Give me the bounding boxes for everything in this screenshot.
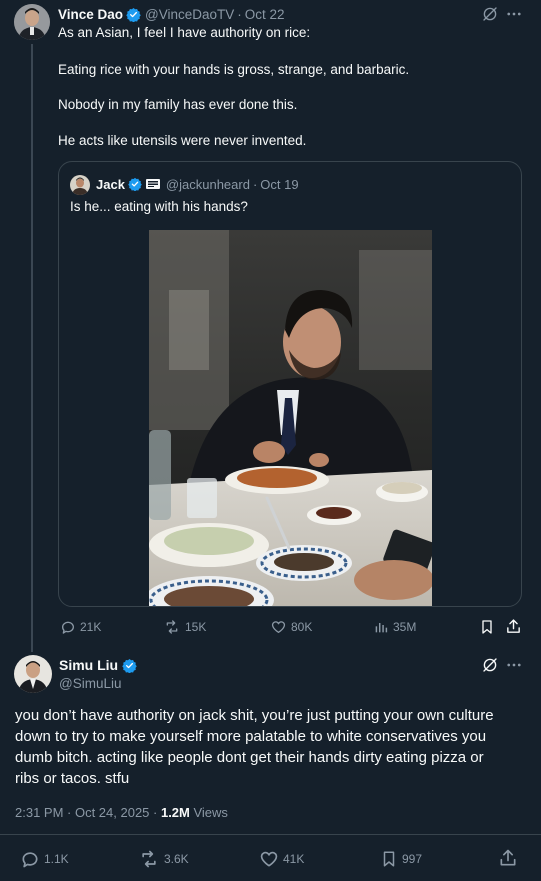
reply-count: 21K [80, 620, 102, 634]
simu-liu-avatar[interactable] [14, 655, 52, 693]
repost-count: 3.6K [164, 852, 189, 866]
verified-badge-icon [128, 177, 142, 191]
quoted-tweet-text: Is he... eating with his hands? [70, 199, 248, 214]
share-icon[interactable] [505, 618, 522, 635]
like-icon [270, 619, 291, 635]
tweet-text-line: Nobody in my family has ever done this. [58, 97, 298, 112]
repost-button[interactable]: 3.6K [138, 849, 189, 869]
reply-author-name[interactable]: Simu Liu [59, 657, 118, 673]
tweet-text-line: As an Asian, I feel I have authority on … [58, 25, 311, 40]
tweet-text-line: Eating rice with your hands is gross, st… [58, 62, 410, 77]
like-button[interactable]: 80K [270, 619, 312, 635]
reply-icon [20, 849, 44, 869]
views-icon [373, 619, 393, 635]
tweet-date[interactable]: Oct 22 [245, 7, 285, 22]
quoted-tweet-photo[interactable] [149, 230, 432, 606]
reply-text-line: dumb bitch. acting like people dont get … [15, 749, 484, 766]
reply-icon [60, 619, 80, 635]
tweet-views-label: Views [189, 805, 228, 820]
reply-author-handle[interactable]: @SimuLiu [59, 676, 121, 691]
thread-line [31, 44, 33, 652]
grok-icon[interactable] [481, 5, 499, 23]
divider [0, 834, 541, 835]
reply-text-line: down to try to make yourself more palata… [15, 728, 487, 745]
quoted-author-name[interactable]: Jack [96, 177, 125, 192]
views-button[interactable]: 35M [373, 619, 416, 635]
grok-icon[interactable] [481, 656, 499, 674]
separator-dot: · [237, 6, 242, 22]
views-count: 35M [393, 620, 417, 634]
bookmark-icon[interactable] [479, 619, 495, 635]
reply-author-name-row: Simu Liu [59, 657, 137, 673]
like-count: 41K [283, 852, 305, 866]
repost-icon [163, 619, 185, 635]
bookmark-button[interactable]: 997 [380, 849, 422, 869]
tweet-timestamp[interactable]: 2:31 PM · Oct 24, 2025 · [15, 805, 161, 820]
tweet-text-line: He acts like utensils were never invente… [58, 133, 307, 148]
more-icon[interactable] [505, 656, 523, 674]
reply-button[interactable]: 1.1K [20, 849, 69, 869]
reply-count: 1.1K [44, 852, 69, 866]
vince-dao-avatar[interactable] [14, 4, 50, 40]
share-icon[interactable] [498, 848, 518, 868]
affiliate-badge-icon [145, 179, 160, 189]
tweet-meta: 2:31 PM · Oct 24, 2025 · 1.2M Views [15, 805, 228, 820]
verified-badge-icon [126, 7, 141, 22]
author-name[interactable]: Vince Dao [58, 7, 123, 22]
author-handle[interactable]: @VinceDaoTV [145, 7, 234, 22]
more-icon[interactable] [505, 5, 523, 23]
bookmark-icon [380, 849, 402, 869]
reply-button[interactable]: 21K [60, 619, 101, 635]
repost-icon [138, 849, 164, 869]
verified-badge-icon [122, 658, 137, 673]
quoted-tweet-card[interactable]: Jack @jackunheard · Oct 19 Is he... eati… [58, 161, 522, 607]
repost-button[interactable]: 15K [163, 619, 206, 635]
like-icon [259, 849, 283, 869]
reply-text-line: you don’t have authority on jack shit, y… [15, 707, 494, 724]
repost-count: 15K [185, 620, 207, 634]
quoted-tweet-date[interactable]: Oct 19 [260, 177, 298, 192]
separator-dot: · [252, 176, 258, 192]
like-count: 80K [291, 620, 313, 634]
jack-avatar[interactable] [70, 175, 90, 195]
like-button[interactable]: 41K [259, 849, 304, 869]
top-tweet-header: Vince Dao @VinceDaoTV · Oct 22 [58, 5, 285, 23]
bookmark-count: 997 [402, 852, 423, 866]
reply-text-line: ribs or tacos. stfu [15, 770, 130, 787]
tweet-views-count[interactable]: 1.2M [161, 805, 190, 820]
quoted-author-handle[interactable]: @jackunheard [166, 177, 250, 192]
quoted-tweet-header: Jack @jackunheard · Oct 19 [96, 175, 299, 193]
